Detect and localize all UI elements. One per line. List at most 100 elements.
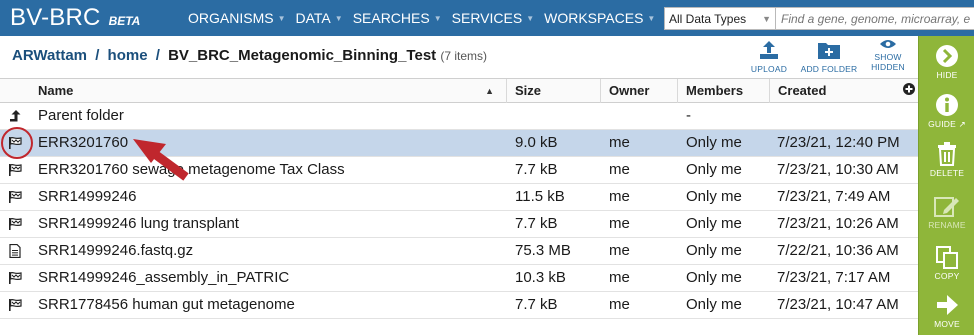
cell-members: Only me <box>686 161 742 178</box>
table-row[interactable]: SRR14999246 lung transplant 7.7 kB me Only … <box>0 211 918 238</box>
breadcrumb-home[interactable]: home <box>108 47 148 64</box>
table-row[interactable]: ERR3201760 9.0 kB me Only me 7/23/21, 12:40 … <box>0 130 918 157</box>
workspace-app: BV-BRC BETA ORGANISMS ▼ DATA ▼ SEARCHES ▼ S… <box>0 0 974 335</box>
cell-created: 7/23/21, 10:26 AM <box>777 215 899 232</box>
hide-panel-button[interactable]: HIDE <box>919 44 974 80</box>
chevron-down-icon: ▼ <box>334 13 343 23</box>
cell-owner: me <box>609 242 630 259</box>
show-hidden-button[interactable]: SHOW HIDDEN <box>868 39 908 72</box>
table-row[interactable]: SRR14999246 11.5 kB me Only me 7/23/21, 7:49… <box>0 184 918 211</box>
nav-workspaces[interactable]: WORKSPACES ▼ <box>544 10 655 26</box>
cell-members: Only me <box>686 134 742 151</box>
column-owner[interactable]: Owner <box>601 79 678 103</box>
cell-members: Only me <box>686 215 742 232</box>
copy-button[interactable]: COPY <box>919 245 974 281</box>
column-label: Size <box>515 83 542 98</box>
cell-size: 7.7 kB <box>515 161 558 178</box>
upload-button[interactable]: UPLOAD <box>749 39 789 74</box>
cell-name: SRR14999246.fastq.gz <box>38 242 194 259</box>
cell-owner: me <box>609 269 630 286</box>
cell-size: 10.3 kB <box>515 269 566 286</box>
job-flag-icon <box>8 190 22 204</box>
table-row[interactable]: ERR3201760 sewage metagenome Tax Class 7.… <box>0 157 918 184</box>
rename-button[interactable]: RENAME <box>919 194 974 230</box>
job-flag-icon <box>8 298 22 312</box>
delete-button[interactable]: DELETE <box>919 142 974 178</box>
nav-organisms[interactable]: ORGANISMS ▼ <box>188 10 286 26</box>
chevron-right-circle-icon <box>936 45 958 67</box>
cell-name: ERR3201760 sewage metagenome Tax Class <box>38 161 345 178</box>
cell-created: 7/23/21, 7:49 AM <box>777 188 891 205</box>
nav-searches[interactable]: SEARCHES ▼ <box>353 10 442 26</box>
file-icon <box>8 243 22 259</box>
brand-tag: BETA <box>108 14 141 28</box>
nav-label: ORGANISMS <box>188 10 274 26</box>
nav-data[interactable]: DATA ▼ <box>296 10 343 26</box>
brand-logo[interactable]: BV-BRC BETA <box>10 4 180 32</box>
search-input[interactable] <box>776 7 974 30</box>
move-label: MOVE <box>934 319 960 329</box>
edit-icon <box>934 197 959 217</box>
chevron-down-icon: ▼ <box>433 13 442 23</box>
breadcrumb-user[interactable]: ARWattam <box>12 47 87 64</box>
table-row[interactable]: SRR14999246_assembly_in_PATRIC 10.3 kB me O… <box>0 265 918 292</box>
rename-label: RENAME <box>928 220 966 230</box>
move-button[interactable]: MOVE <box>919 293 974 329</box>
table-row[interactable]: SRR14999246.fastq.gz 75.3 MB me Only me 7/22… <box>0 238 918 265</box>
cell-members: Only me <box>686 296 742 313</box>
column-size[interactable]: Size <box>507 79 601 103</box>
arrow-right-icon <box>937 295 958 315</box>
cell-size: 7.7 kB <box>515 215 558 232</box>
cell-created: 7/22/21, 10:36 AM <box>777 242 899 259</box>
cell-size: 7.7 kB <box>515 296 558 313</box>
column-created[interactable]: Created <box>770 79 900 103</box>
show-hidden-label: SHOW HIDDEN <box>871 52 905 72</box>
breadcrumb-separator: / <box>95 47 100 64</box>
nav-services[interactable]: SERVICES ▼ <box>452 10 534 26</box>
nav-label: SEARCHES <box>352 10 430 26</box>
data-type-selected: All Data Types <box>669 11 747 26</box>
chevron-down-icon: ▼ <box>526 13 535 23</box>
cell-owner: me <box>609 296 630 313</box>
table-body: Parent folder - ERR3201760 9.0 kB me Only me 7… <box>0 103 918 319</box>
eye-icon <box>880 40 896 48</box>
column-name[interactable]: Name ▲ <box>30 79 507 103</box>
cell-created: 7/23/21, 10:30 AM <box>777 161 899 178</box>
cell-name: SRR14999246_assembly_in_PATRIC <box>38 269 290 286</box>
copy-label: COPY <box>934 271 960 281</box>
add-folder-icon <box>818 43 840 59</box>
external-link-icon: ↗ <box>958 119 966 129</box>
cell-owner: me <box>609 188 630 205</box>
guide-label: GUIDE ↗ <box>928 119 966 130</box>
guide-label-text: GUIDE <box>928 119 957 129</box>
parent-folder-row[interactable]: Parent folder - <box>0 103 918 130</box>
cell-created: 7/23/21, 10:47 AM <box>777 296 899 313</box>
job-flag-icon <box>8 163 22 177</box>
chevron-down-icon: ▼ <box>277 13 286 23</box>
cell-name: SRR1778456 human gut metagenome <box>38 296 295 313</box>
plus-circle-icon[interactable] <box>903 83 915 95</box>
info-circle-icon <box>936 94 958 116</box>
trash-icon <box>938 142 956 166</box>
table-row[interactable]: SRR1778456 human gut metagenome 7.7 kB me O… <box>0 292 918 319</box>
cell-members: Only me <box>686 269 742 286</box>
table-header: Name ▲ Size Owner Members Created <box>0 78 918 103</box>
cell-created: 7/23/21, 7:17 AM <box>777 269 891 286</box>
data-type-select[interactable]: All Data Types ▼ <box>664 7 776 30</box>
cell-name: ERR3201760 <box>38 134 129 151</box>
column-members[interactable]: Members <box>678 79 770 103</box>
chevron-down-icon: ▼ <box>647 13 656 23</box>
guide-button[interactable]: GUIDE ↗ <box>919 93 974 130</box>
cell-members: Only me <box>686 242 742 259</box>
action-panel: HIDE GUIDE ↗ DELETE RENAME COPY MOVE <box>918 36 974 335</box>
cell-size: 9.0 kB <box>515 134 558 151</box>
column-label: Members <box>686 83 744 98</box>
cell-name: SRR14999246 lung transplant <box>38 215 239 232</box>
delete-label: DELETE <box>929 168 965 178</box>
column-label: Name <box>38 83 74 98</box>
cell-name: SRR14999246 <box>38 188 137 205</box>
cell-owner: me <box>609 134 630 151</box>
add-folder-button[interactable]: ADD FOLDER <box>800 39 858 74</box>
brand-name: BV-BRC <box>10 4 101 31</box>
cell-size: 75.3 MB <box>515 242 571 259</box>
